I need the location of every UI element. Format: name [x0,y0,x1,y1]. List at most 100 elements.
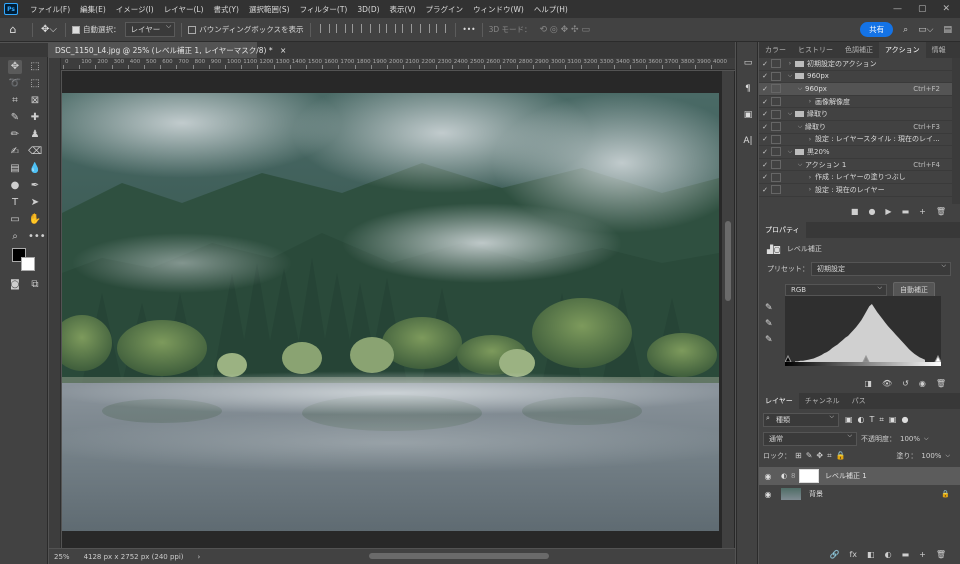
action-check-icon[interactable]: ✓ [759,123,771,131]
edit-toolbar-icon[interactable]: ••• [28,230,46,244]
brush-tool-icon[interactable]: ✏ [8,128,22,142]
align-left-icon[interactable] [319,24,330,33]
zoom-level[interactable]: 25% [54,553,70,561]
align-vcenter-icon[interactable] [385,24,396,33]
horizontal-ruler[interactable]: 0 100 200 300 400 500 600 700 800 900 1000 1100 1200… [49,58,735,70]
tab-properties[interactable]: プロパティ [759,222,806,238]
link-layers-icon[interactable]: 🔗 [830,550,840,559]
dialog-toggle[interactable] [771,185,781,195]
action-row[interactable]: ✓ › 作成 : レイヤーの塗りつぶし [759,171,952,184]
tab-adjustments[interactable]: 色調補正 [839,42,879,58]
dialog-toggle[interactable] [771,84,781,94]
layer-thumbnail[interactable] [781,488,801,500]
history-brush-icon[interactable]: ✍ [8,145,22,159]
menu-type[interactable]: 書式(Y) [209,4,244,15]
tab-layers[interactable]: レイヤー [759,393,799,409]
gradient-tool-icon[interactable]: ▤ [8,162,22,176]
action-check-icon[interactable]: ✓ [759,110,771,118]
dialog-toggle[interactable] [771,59,781,69]
dialog-toggle[interactable] [771,147,781,157]
menu-image[interactable]: イメージ(I) [111,4,159,15]
action-check-icon[interactable]: ✓ [759,72,771,80]
play-icon[interactable]: ▶ [885,207,891,216]
action-check-icon[interactable]: ✓ [759,60,771,68]
opacity-value[interactable]: 100% [900,435,920,443]
close-tab-icon[interactable]: × [280,46,286,55]
delete-icon[interactable]: 🗑 [936,207,946,216]
more-options-button[interactable]: ••• [462,25,475,34]
eraser-tool-icon[interactable]: ⌫ [28,145,42,159]
gray-point-eyedropper-icon[interactable]: ✎ [765,316,779,332]
action-check-icon[interactable]: ✓ [759,135,771,143]
lasso-tool-icon[interactable]: ➰ [8,77,22,91]
stop-icon[interactable]: ■ [851,207,859,216]
expand-toggle-icon[interactable]: › [805,186,815,193]
tab-info[interactable]: 情報 [926,42,952,58]
new-set-icon[interactable]: ▬ [902,207,910,216]
action-check-icon[interactable]: ✓ [759,98,771,106]
auto-select-checkbox[interactable] [72,25,80,34]
align-hcenter-icon[interactable] [335,24,346,33]
action-row[interactable]: ✓ ⌵ 960px [759,71,952,84]
menu-view[interactable]: 表示(V) [385,4,421,15]
tab-paths[interactable]: パス [846,393,872,409]
panel-layout-icon[interactable]: ▤ [943,25,952,35]
move-tool-icon[interactable]: ✥ [8,60,22,74]
comments-icon[interactable]: ▭ [741,56,755,70]
vertical-scroll-thumb[interactable] [725,221,731,301]
status-arrow[interactable]: › [198,553,201,561]
canvas-area[interactable] [62,71,735,548]
action-check-icon[interactable]: ✓ [759,173,771,181]
auto-select-dropdown[interactable]: レイヤー [124,22,176,37]
align-bottom-icon[interactable] [401,24,412,33]
menu-layer[interactable]: レイヤー(L) [159,4,209,15]
align-top-icon[interactable] [369,24,380,33]
levels-histogram[interactable] [785,296,941,362]
blur-tool-icon[interactable]: 💧 [28,162,42,176]
screen-mode-icon[interactable]: ⧉ [28,278,42,292]
dialog-toggle[interactable] [771,122,781,132]
action-row[interactable]: ✓ › 設定 : レイヤースタイル : 現在のレイ... [759,134,952,147]
action-check-icon[interactable]: ✓ [759,85,771,93]
tab-actions[interactable]: アクション [879,42,926,58]
workspace-icon[interactable]: ▭⌵ [918,25,933,35]
expand-toggle-icon[interactable]: › [805,98,815,105]
expand-toggle-icon[interactable]: ⌵ [795,85,805,93]
dodge-tool-icon[interactable]: ● [8,179,22,193]
layer-mask-thumbnail[interactable] [799,469,819,483]
opacity-dropdown-icon[interactable]: ⌵ [924,435,929,443]
glyph-panel-icon[interactable]: ▣ [741,108,755,122]
expand-toggle-icon[interactable]: ⌵ [785,110,795,118]
action-check-icon[interactable]: ✓ [759,161,771,169]
black-point-eyedropper-icon[interactable]: ✎ [765,300,779,316]
menu-select[interactable]: 選択範囲(S) [244,4,295,15]
new-layer-icon[interactable]: + [919,550,926,559]
menu-window[interactable]: ウィンドウ(W) [468,4,529,15]
eyedropper-icon[interactable]: ✎ [8,111,22,125]
white-point-eyedropper-icon[interactable]: ✎ [765,332,779,348]
dialog-toggle[interactable] [771,109,781,119]
action-row[interactable]: ✓ ⌵ 縁取り [759,108,952,121]
menu-file[interactable]: ファイル(F) [25,4,75,15]
new-adjustment-icon[interactable]: ◐ [885,550,892,559]
tab-channels[interactable]: チャンネル [799,393,846,409]
home-icon[interactable]: ⌂ [0,23,26,36]
vertical-ruler[interactable] [49,58,61,548]
stamp-tool-icon[interactable]: ♟ [28,128,42,142]
new-group-icon[interactable]: ▬ [902,550,910,559]
maximize-button[interactable]: ▢ [918,4,927,14]
menu-filter[interactable]: フィルター(T) [295,4,353,15]
expand-toggle-icon[interactable]: ⌵ [795,161,805,169]
action-row[interactable]: ✓ ⌵ アクション 1 Ctrl+F4 [759,159,952,172]
crop-tool-icon[interactable]: ⌗ [8,94,22,108]
menu-plugins[interactable]: プラグイン [421,4,469,15]
rectangle-tool-icon[interactable]: ▭ [8,213,22,227]
paragraph-icon[interactable]: ¶ [741,82,755,96]
distribute-v-icon[interactable] [436,24,447,33]
close-window-button[interactable]: ✕ [942,4,950,14]
fill-value[interactable]: 100% [921,452,941,460]
marquee-tool-icon[interactable]: ⬚ [28,60,42,74]
action-check-icon[interactable]: ✓ [759,148,771,156]
layer-filter-icons[interactable]: ▣◐T⌗▣● [845,415,913,425]
path-select-icon[interactable]: ➤ [28,196,42,210]
